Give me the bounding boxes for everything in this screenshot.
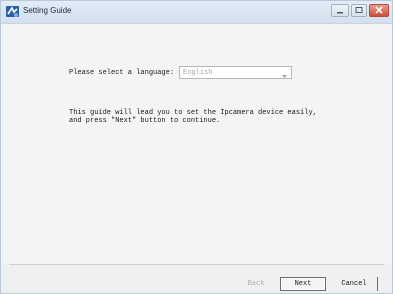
window-title: Setting Guide xyxy=(23,6,72,15)
minimize-icon xyxy=(337,12,343,14)
close-button[interactable] xyxy=(369,4,389,17)
maximize-button[interactable] xyxy=(351,4,367,17)
back-button[interactable]: Back xyxy=(239,277,273,291)
cancel-divider xyxy=(377,277,378,291)
content-area xyxy=(1,24,392,264)
chevron-down-icon[interactable] xyxy=(279,68,290,78)
setting-guide-window: Setting Guide Please select a language: … xyxy=(0,0,393,294)
title-bar[interactable]: Setting Guide xyxy=(1,1,392,24)
app-icon xyxy=(5,4,20,19)
close-icon xyxy=(375,6,383,14)
next-button[interactable]: Next xyxy=(280,277,326,291)
button-separator xyxy=(9,264,384,265)
language-select-value: English xyxy=(183,69,213,77)
description-line-2: and press "Next" button to continue. xyxy=(69,117,221,125)
language-label: Please select a language: xyxy=(69,69,175,77)
description-line-1: This guide will lead you to set the Ipca… xyxy=(69,109,317,117)
cancel-button[interactable]: Cancel xyxy=(331,277,377,291)
minimize-button[interactable] xyxy=(331,4,349,17)
language-select[interactable]: English xyxy=(179,66,292,79)
maximize-icon xyxy=(355,7,363,13)
